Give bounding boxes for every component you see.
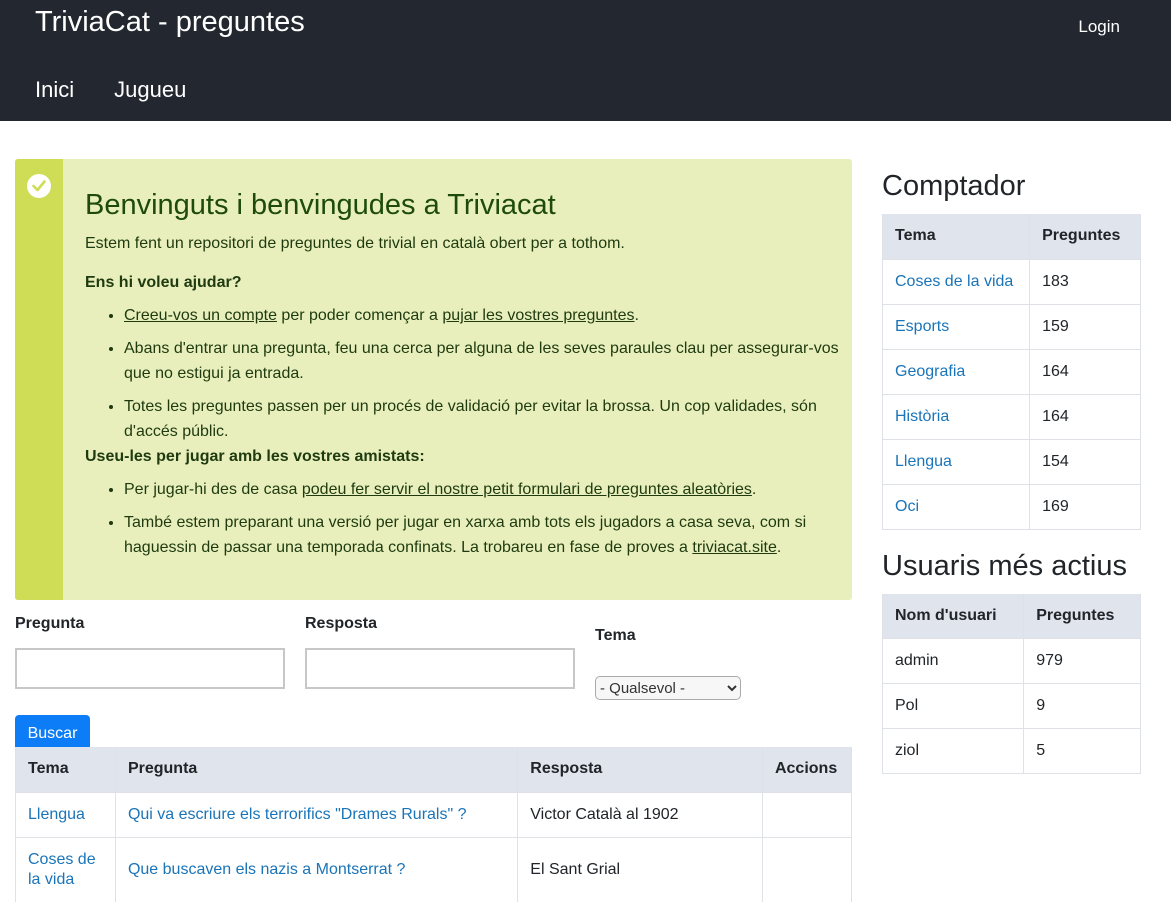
active-users-table: Nom d'usuari Preguntes admin 979 Pol 9 zio…	[881, 593, 1141, 774]
table-row: admin 979	[881, 638, 1141, 684]
table-row: Història 164	[881, 393, 1141, 439]
count-cell: 979	[1023, 638, 1141, 684]
count-cell: 159	[1029, 303, 1141, 349]
resposta-input[interactable]	[305, 648, 575, 689]
pregunta-link[interactable]: Que buscaven els nazis a Montserrat ?	[128, 861, 405, 878]
count-cell: 154	[1029, 438, 1141, 484]
count-cell: 183	[1029, 258, 1141, 304]
random-questions-link[interactable]: podeu fer servir el nostre petit formula…	[302, 481, 752, 498]
help-heading: Ens hi voleu ajudar?	[85, 274, 242, 291]
list-item-text: .	[751, 481, 757, 498]
table-row: Pol 9	[881, 683, 1141, 729]
table-row: Coses de la vida Que buscaven els nazis …	[15, 836, 853, 902]
list-item-text: Per jugar-hi des de casa	[124, 481, 302, 498]
accions-cell	[761, 791, 853, 837]
resposta-cell: Victor Català al 1902	[517, 791, 763, 837]
count-cell: 5	[1023, 728, 1141, 774]
list-item: Creeu-vos un compte per poder començar a…	[124, 303, 845, 328]
nav-item-inici[interactable]: Inici	[35, 77, 74, 103]
table-row: ziol 5	[881, 728, 1141, 774]
table-row: Oci 169	[881, 483, 1141, 530]
upload-questions-link[interactable]: pujar les vostres preguntes	[442, 307, 634, 324]
main-content: Benvinguts i benvingudes a Triviacat Est…	[15, 159, 852, 755]
count-cell: 164	[1029, 348, 1141, 394]
play-heading: Useu-les per jugar amb les vostres amist…	[85, 448, 425, 465]
accions-cell	[761, 836, 853, 902]
tema-link[interactable]: Esports	[895, 318, 949, 335]
username-cell: admin	[881, 638, 1025, 684]
help-list: Creeu-vos un compte per poder començar a…	[124, 303, 845, 444]
active-users-title: Usuaris més actius	[882, 549, 1127, 582]
site-title[interactable]: TriviaCat - preguntes	[35, 6, 305, 39]
nav-item-jugueu[interactable]: Jugueu	[114, 77, 186, 103]
top-navbar: TriviaCat - preguntes Login Inici Jugueu	[0, 0, 1171, 121]
create-account-link[interactable]: Creeu-vos un compte	[124, 307, 277, 324]
column-header-accions: Accions	[761, 747, 853, 792]
count-cell: 169	[1029, 483, 1141, 530]
tema-link[interactable]: Història	[895, 408, 949, 425]
tema-label: Tema	[595, 627, 636, 644]
resposta-label: Resposta	[305, 615, 378, 632]
table-row: Llengua Qui va escriure els terrorifics …	[15, 791, 853, 837]
pregunta-input[interactable]	[15, 648, 285, 689]
table-row: Esports 159	[881, 303, 1141, 349]
count-cell: 9	[1023, 683, 1141, 729]
welcome-alert: Benvinguts i benvingudes a Triviacat Est…	[15, 159, 852, 600]
tema-link[interactable]: Oci	[895, 498, 919, 515]
counter-title: Comptador	[882, 170, 1026, 202]
check-circle-icon	[27, 174, 51, 198]
sidebar: Comptador Tema Preguntes Coses de la vid…	[881, 170, 1141, 794]
column-header-tema: Tema	[881, 214, 1031, 259]
triviacat-site-link[interactable]: triviacat.site	[692, 539, 776, 556]
questions-table: Tema Pregunta Resposta Accions Llengua Q…	[15, 747, 853, 902]
count-cell: 164	[1029, 393, 1141, 439]
table-row: Coses de la vida 183	[881, 258, 1141, 304]
tema-link[interactable]: Coses de la vida	[28, 851, 96, 888]
counter-table: Tema Preguntes Coses de la vida 183 Espor…	[881, 214, 1141, 530]
list-item: Totes les preguntes passen per un procés…	[124, 394, 845, 444]
list-item: Abans d'entrar una pregunta, feu una cer…	[124, 336, 845, 386]
tema-link[interactable]: Llengua	[895, 453, 952, 470]
pregunta-label: Pregunta	[15, 615, 85, 632]
welcome-title: Benvinguts i benvingudes a Triviacat	[85, 189, 556, 221]
column-header-pregunta: Pregunta	[114, 747, 519, 792]
column-header-preguntes: Preguntes	[1023, 593, 1141, 639]
username-cell: ziol	[881, 728, 1025, 774]
list-item-text: .	[634, 307, 639, 324]
list-item: Per jugar-hi des de casa podeu fer servi…	[124, 477, 845, 502]
column-header-tema: Tema	[15, 747, 116, 792]
welcome-lead: Estem fent un repositori de preguntes de…	[85, 235, 625, 252]
list-item-text: per poder començar a	[276, 307, 443, 324]
list-item-text: .	[776, 539, 782, 556]
column-header-resposta: Resposta	[517, 747, 763, 792]
list-item: També estem preparant una versió per jug…	[124, 510, 845, 560]
table-row: Llengua 154	[881, 438, 1141, 484]
tema-link[interactable]: Coses de la vida	[895, 273, 1013, 290]
tema-link[interactable]: Llengua	[28, 806, 85, 823]
column-header-username: Nom d'usuari	[881, 593, 1025, 639]
tema-select[interactable]: - Qualsevol -	[595, 676, 741, 700]
table-row: Geografia 164	[881, 348, 1141, 394]
search-form: Pregunta Resposta Tema - Qualsevol - Bus…	[15, 615, 852, 755]
pregunta-link[interactable]: Qui va escriure els terrorifics "Drames …	[128, 806, 467, 823]
play-list: Per jugar-hi des de casa podeu fer servi…	[124, 477, 845, 560]
tema-link[interactable]: Geografia	[895, 363, 965, 380]
login-link[interactable]: Login	[1078, 17, 1120, 37]
username-cell: Pol	[881, 683, 1025, 729]
alert-side-bar	[15, 159, 63, 600]
main-nav: Inici Jugueu	[35, 77, 186, 103]
resposta-cell: El Sant Grial	[517, 836, 763, 902]
column-header-preguntes: Preguntes	[1029, 214, 1141, 259]
